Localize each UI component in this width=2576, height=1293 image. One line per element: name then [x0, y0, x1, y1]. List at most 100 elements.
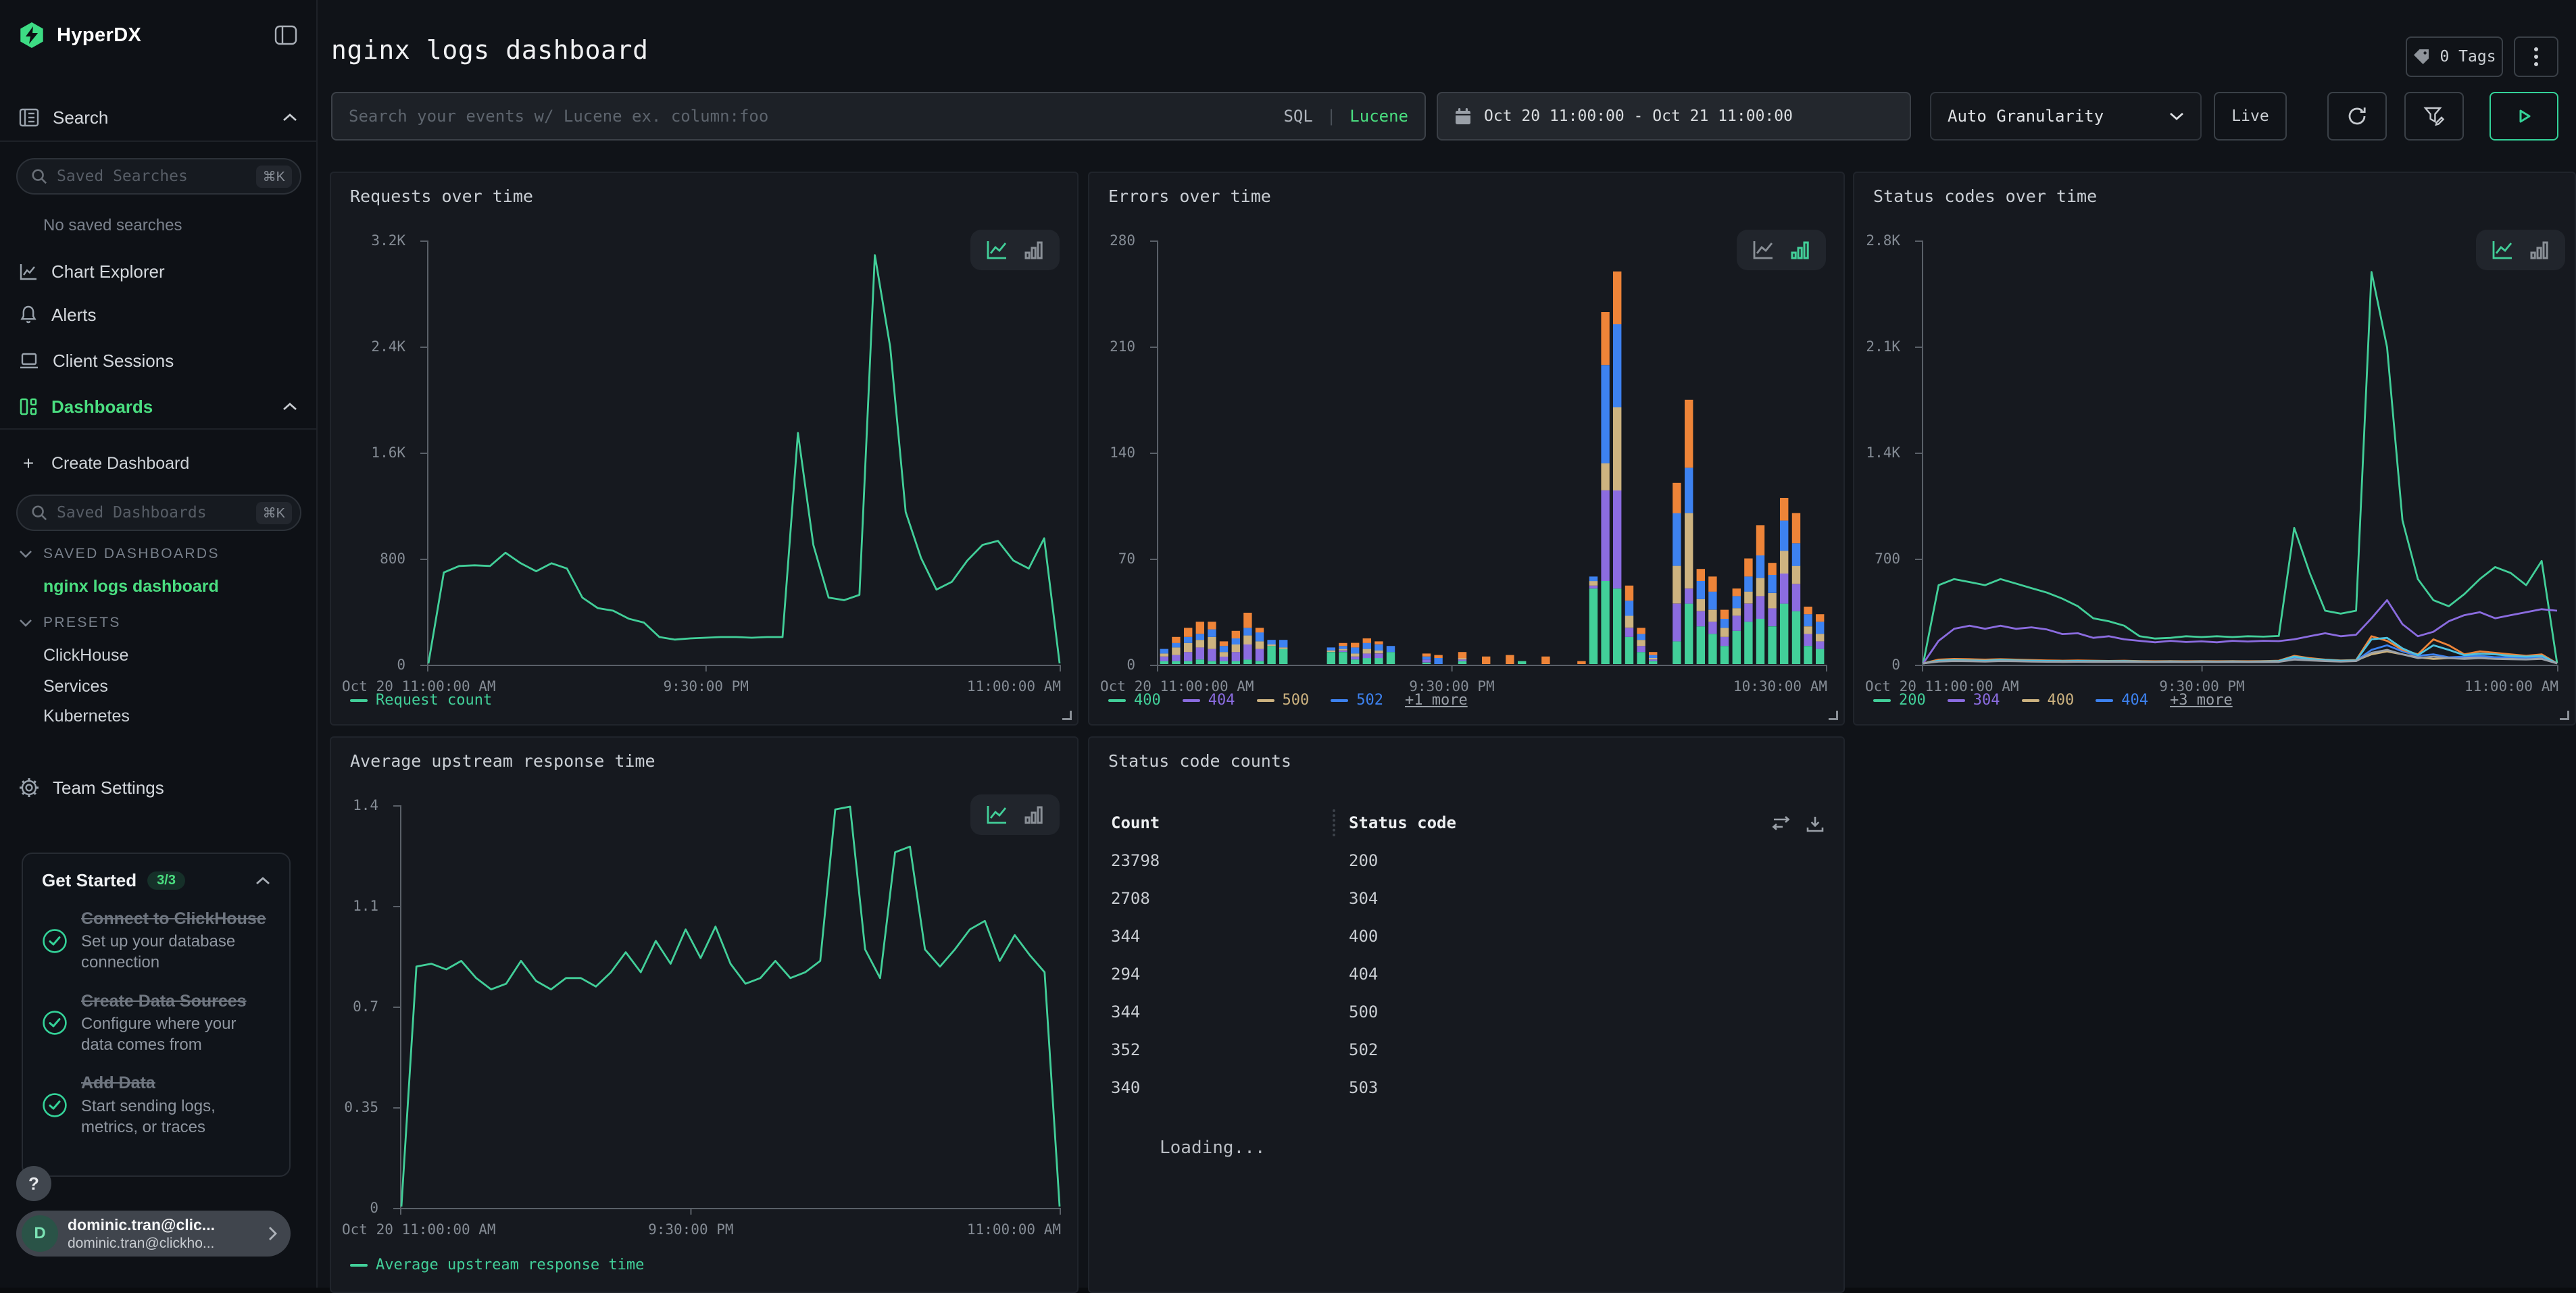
table-cell-count: 344: [1111, 927, 1140, 946]
get-started-item[interactable]: Create Data SourcesConfigure where your …: [42, 991, 270, 1056]
legend-item[interactable]: 304: [1948, 692, 2000, 709]
legend-item[interactable]: 200: [1873, 692, 1926, 709]
saved-searches-search[interactable]: ⌘K: [16, 158, 301, 195]
tags-label: 0 Tags: [2439, 48, 2496, 66]
x-tick-label: 9:30:00 PM: [648, 1221, 733, 1238]
table-cell-count: 340: [1111, 1078, 1140, 1097]
play-icon: [2515, 107, 2533, 126]
y-tick-label: 3.2K: [323, 232, 405, 249]
legend-label: 400: [1134, 692, 1161, 709]
resize-handle[interactable]: [1062, 711, 1072, 720]
y-tick-label: 1.4K: [1846, 445, 1900, 461]
download-icon[interactable]: [1806, 815, 1825, 834]
legend-item[interactable]: 502: [1331, 692, 1383, 709]
get-started-item[interactable]: Connect to ClickHouseSet up your databas…: [42, 909, 270, 973]
sidebar-preset-services[interactable]: Services: [43, 677, 108, 696]
column-header-count[interactable]: Count: [1111, 813, 1160, 832]
saved-dashboards-input[interactable]: [57, 504, 247, 522]
lucene-mode-toggle[interactable]: Lucene: [1349, 107, 1408, 126]
sidebar-item-alerts[interactable]: Alerts: [0, 297, 316, 332]
chart-plot-area[interactable]: [1922, 240, 2558, 674]
sidebar-item-label: Team Settings: [53, 778, 297, 798]
legend-item[interactable]: 404: [2096, 692, 2148, 709]
y-tick-label: 70: [1081, 551, 1135, 567]
sidebar-collapse-icon[interactable]: [274, 25, 297, 45]
hyperdx-app: { "brand": {"name": "HyperDX"}, "sidebar…: [0, 0, 2576, 1288]
search-section-icon: [19, 108, 39, 127]
more-options-button[interactable]: [2514, 36, 2558, 77]
sidebar-item-search[interactable]: Search: [0, 100, 316, 135]
granularity-select[interactable]: Auto Granularity: [1930, 92, 2202, 141]
table-cell-count: 352: [1111, 1040, 1140, 1059]
refresh-button[interactable]: [2327, 92, 2387, 141]
column-header-status-code[interactable]: Status code: [1349, 813, 1456, 832]
legend-item[interactable]: +3 more: [2170, 692, 2233, 709]
tags-button[interactable]: 0 Tags: [2406, 36, 2503, 77]
sort-icon[interactable]: [1772, 815, 1792, 832]
table-cell-count: 294: [1111, 965, 1140, 984]
sidebar-item-label: Dashboards: [51, 397, 269, 417]
get-started-item[interactable]: Add DataStart sending logs, metrics, or …: [42, 1073, 270, 1138]
create-dashboard-button[interactable]: + Create Dashboard: [0, 446, 316, 481]
legend-label: 502: [1356, 692, 1383, 709]
y-tick-label: 210: [1081, 338, 1135, 355]
event-search-input[interactable]: [349, 107, 1270, 126]
logo-row: HyperDX: [0, 16, 316, 54]
presets-group-header[interactable]: PRESETS: [19, 615, 121, 631]
date-range-picker[interactable]: Oct 20 11:00:00 - Oct 21 11:00:00: [1437, 92, 1911, 141]
filter-edit-icon: [2423, 105, 2446, 127]
saved-dashboards-group-header[interactable]: SAVED DASHBOARDS: [19, 546, 220, 562]
y-axis-labels: 08001.6K2.4K3.2K: [331, 240, 414, 674]
resize-handle[interactable]: [2560, 711, 2569, 720]
get-started-item-desc: Configure where your data comes from: [81, 1013, 270, 1055]
sidebar-item-client-sessions[interactable]: Client Sessions: [0, 343, 316, 378]
legend-item[interactable]: +1 more: [1405, 692, 1468, 709]
y-tick-label: 1.4: [323, 797, 378, 813]
loading-indicator: Loading...: [1160, 1138, 1266, 1158]
sidebar-dashboard-nginx-logs[interactable]: nginx logs dashboard: [43, 577, 219, 597]
legend-item[interactable]: 500: [1257, 692, 1310, 709]
run-query-button[interactable]: [2490, 92, 2558, 141]
filter-button[interactable]: [2404, 92, 2464, 141]
column-separator[interactable]: [1333, 809, 1335, 836]
panel-title: Status codes over time: [1873, 186, 2097, 206]
laptop-icon: [19, 352, 39, 370]
sidebar-item-team-settings[interactable]: Team Settings: [0, 770, 316, 805]
legend-item[interactable]: Average upstream response time: [350, 1257, 644, 1273]
resize-handle[interactable]: [1829, 711, 1838, 720]
mode-separator: |: [1327, 107, 1336, 126]
avatar: D: [22, 1215, 58, 1252]
sidebar-item-dashboards[interactable]: Dashboards: [0, 389, 316, 424]
event-search-bar[interactable]: SQL | Lucene: [331, 92, 1426, 141]
panel-status-code-counts: Status code counts Count Status code 237…: [1088, 736, 1845, 1293]
legend-label: 400: [2048, 692, 2075, 709]
chart-plot-area[interactable]: [1157, 240, 1827, 674]
bell-icon: [19, 305, 38, 325]
chevron-down-icon: [2169, 111, 2184, 121]
legend-more-link[interactable]: +3 more: [2170, 692, 2233, 709]
sidebar-item-label: Client Sessions: [53, 351, 297, 372]
live-button[interactable]: Live: [2214, 92, 2287, 141]
get-started-item-title: Create Data Sources: [81, 991, 270, 1012]
saved-searches-input[interactable]: [57, 168, 247, 185]
chevron-up-icon[interactable]: [255, 876, 270, 886]
plus-icon: +: [19, 453, 38, 474]
legend-more-link[interactable]: +1 more: [1405, 692, 1468, 709]
user-account-button[interactable]: D dominic.tran@clic... dominic.tran@clic…: [16, 1211, 291, 1257]
dashboards-grid-icon: [19, 397, 38, 416]
legend-item[interactable]: Request count: [350, 692, 492, 709]
chart-plot-area[interactable]: [427, 240, 1061, 674]
chart-plot-area[interactable]: [400, 805, 1061, 1217]
saved-dashboards-search[interactable]: ⌘K: [16, 495, 301, 531]
date-range-value: Oct 20 11:00:00 - Oct 21 11:00:00: [1484, 107, 1793, 125]
legend-item[interactable]: 404: [1183, 692, 1235, 709]
legend-swatch: [1873, 699, 1891, 702]
legend-item[interactable]: 400: [1108, 692, 1161, 709]
calendar-icon: [1454, 107, 1472, 125]
help-button[interactable]: ?: [16, 1166, 51, 1201]
sql-mode-toggle[interactable]: SQL: [1283, 107, 1312, 126]
legend-item[interactable]: 400: [2022, 692, 2075, 709]
sidebar-item-chart-explorer[interactable]: Chart Explorer: [0, 254, 316, 289]
sidebar-preset-kubernetes[interactable]: Kubernetes: [43, 707, 130, 726]
sidebar-preset-clickhouse[interactable]: ClickHouse: [43, 646, 128, 665]
